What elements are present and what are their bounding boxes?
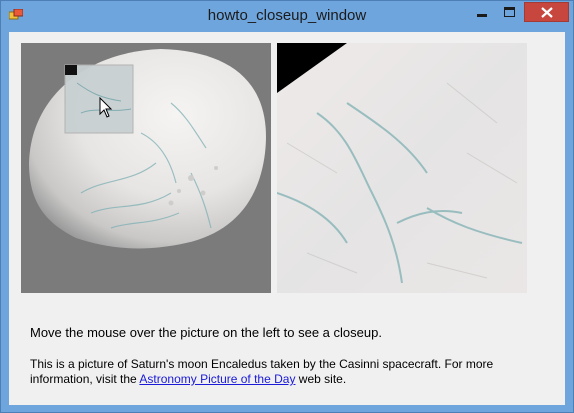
enceladus-image: [21, 43, 271, 293]
title-bar[interactable]: howto_closeup_window: [1, 1, 573, 31]
maximize-button[interactable]: [496, 2, 523, 22]
closeup-image: [277, 43, 527, 293]
close-button[interactable]: [524, 2, 569, 22]
mouse-cursor-icon: [99, 97, 113, 118]
description-text: This is a picture of Saturn's moon Encal…: [30, 357, 550, 387]
instructions-text: Move the mouse over the picture on the l…: [30, 325, 382, 340]
client-area: Move the mouse over the picture on the l…: [9, 32, 565, 405]
closeup-picture: [277, 43, 527, 293]
description-suffix: web site.: [295, 372, 347, 386]
apod-link[interactable]: Astronomy Picture of the Day: [139, 372, 295, 386]
minimize-button[interactable]: [469, 2, 495, 22]
close-icon: [540, 6, 553, 18]
maximize-icon: [504, 7, 515, 17]
minimize-icon: [477, 14, 487, 17]
app-window: howto_closeup_window Move the mouse over…: [0, 0, 574, 413]
moon-picture[interactable]: [21, 43, 271, 293]
